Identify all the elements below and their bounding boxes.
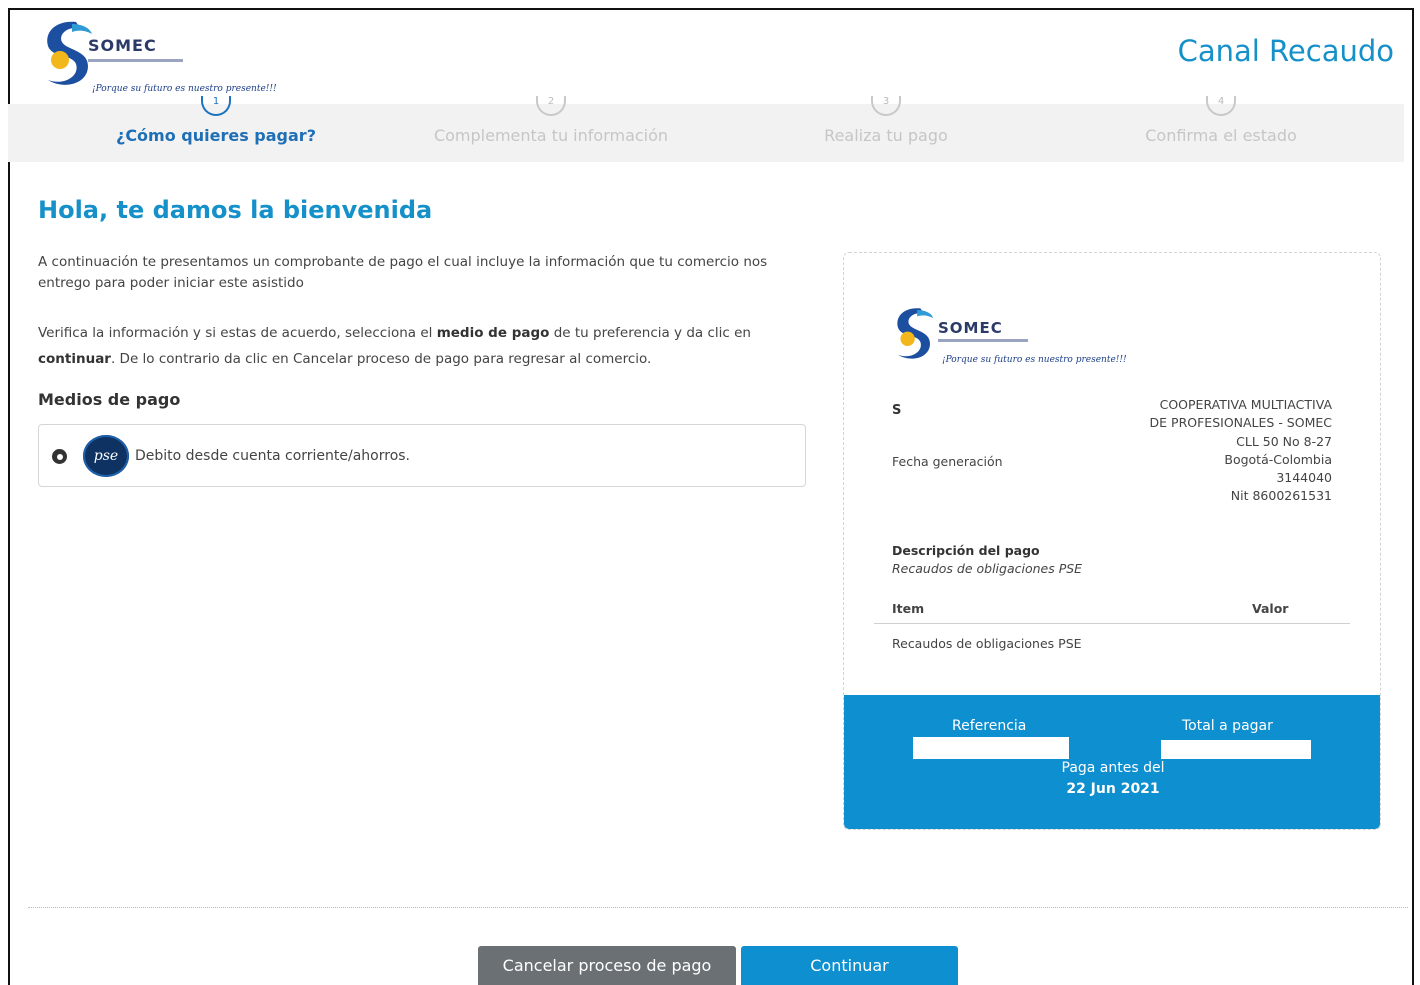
- receipt-logo: SOMEC ¡Porque su futuro es nuestro prese…: [890, 299, 1127, 379]
- payment-method-pse[interactable]: pse Debito desde cuenta corriente/ahorro…: [38, 424, 806, 487]
- receipt-description-title: Descripción del pago: [892, 543, 1040, 558]
- app-title: Canal Recaudo: [1177, 34, 1394, 68]
- company-line: Bogotá-Colombia: [1224, 451, 1332, 467]
- instructions-bold-2: continuar: [38, 351, 111, 367]
- instructions-text: Verifica la información y si estas de ac…: [38, 320, 808, 372]
- payment-receipt: SOMEC ¡Porque su futuro es nuestro prese…: [843, 252, 1381, 830]
- intro-text: A continuación te presentamos un comprob…: [38, 254, 768, 291]
- payment-methods-title: Medios de pago: [38, 390, 181, 409]
- total-value: [1161, 740, 1311, 759]
- receipt-row-item: Recaudos de obligaciones PSE: [892, 636, 1082, 651]
- reference-label: Referencia: [952, 718, 1027, 734]
- pse-method-label: Debito desde cuenta corriente/ahorros.: [135, 448, 411, 464]
- company-line: 3144040: [1276, 470, 1332, 486]
- instructions-part-3: . De lo contrario da clic en Cancelar pr…: [110, 351, 652, 367]
- page-title: Hola, te damos la bienvenida: [38, 196, 433, 224]
- footer-divider: [28, 907, 1408, 908]
- step-4: 4 Confirma el estado: [1051, 96, 1391, 162]
- instructions-part-1: Verifica la información y si estas de ac…: [38, 325, 437, 341]
- due-date-value: 22 Jun 2021: [1066, 781, 1160, 797]
- receipt-code: S: [892, 403, 902, 418]
- somec-logo: SOMEC ¡Porque su futuro es nuestro prese…: [38, 14, 298, 106]
- due-date-label: Paga antes del: [1061, 760, 1165, 776]
- receipt-brand-slogan: ¡Porque su futuro es nuestro presente!!!: [942, 355, 1127, 365]
- step-1: 1 ¿Cómo quieres pagar?: [46, 96, 386, 162]
- progress-stepper: 1 ¿Cómo quieres pagar? 2 Complementa tu …: [8, 96, 1404, 162]
- company-line: DE PROFESIONALES - SOMEC: [1149, 415, 1332, 431]
- step-1-number: 1: [201, 96, 231, 116]
- receipt-brand-subline: [938, 339, 1028, 342]
- step-3-label: Realiza tu pago: [824, 126, 948, 145]
- brand-name: SOMEC: [88, 36, 157, 55]
- step-3: 3 Realiza tu pago: [716, 96, 1056, 162]
- brand-subline: [88, 59, 183, 62]
- receipt-col-item: Item: [892, 601, 925, 616]
- receipt-company-info: COOPERATIVA MULTIACTIVA DE PROFESIONALES…: [1150, 396, 1332, 506]
- step-1-label: ¿Cómo quieres pagar?: [116, 126, 316, 145]
- instructions-part-2: de tu preferencia y da clic en: [549, 325, 751, 341]
- brand-slogan: ¡Porque su futuro es nuestro presente!!!: [92, 84, 277, 94]
- total-label: Total a pagar: [1182, 718, 1273, 734]
- cancel-payment-button[interactable]: Cancelar proceso de pago: [478, 946, 736, 985]
- receipt-divider: [874, 623, 1350, 624]
- receipt-col-valor: Valor: [1252, 601, 1289, 616]
- step-4-label: Confirma el estado: [1145, 126, 1297, 145]
- receipt-logo-icon: [897, 308, 934, 359]
- company-line: COOPERATIVA MULTIACTIVA: [1159, 397, 1332, 412]
- pse-radio[interactable]: [52, 449, 67, 464]
- step-2: 2 Complementa tu información: [381, 96, 721, 162]
- step-3-number: 3: [871, 96, 901, 116]
- receipt-description-value: Recaudos de obligaciones PSE: [892, 561, 1083, 576]
- step-2-number: 2: [536, 96, 566, 116]
- continue-button[interactable]: Continuar: [741, 946, 958, 985]
- instructions-bold-1: medio de pago: [436, 325, 550, 341]
- step-4-number: 4: [1206, 96, 1236, 116]
- pse-logo-icon: pse: [83, 435, 129, 477]
- company-line: Nit 8600261531: [1230, 488, 1332, 504]
- reference-value: [913, 737, 1069, 759]
- receipt-brand-name: SOMEC: [938, 319, 1003, 337]
- step-2-label: Complementa tu información: [433, 126, 669, 145]
- company-line: CLL 50 No 8-27: [1236, 433, 1332, 449]
- receipt-summary: Referencia Total a pagar Paga antes del …: [844, 695, 1380, 829]
- receipt-date-label: Fecha generación: [892, 454, 1003, 469]
